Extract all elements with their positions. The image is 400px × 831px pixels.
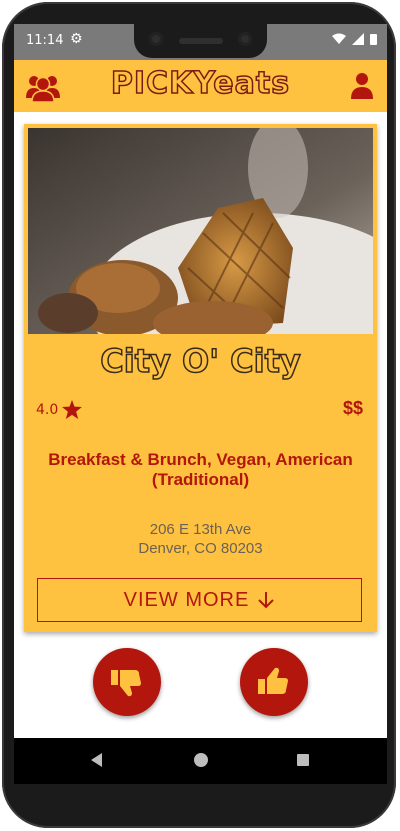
star-icon [62, 400, 83, 419]
wifi-icon [332, 33, 347, 44]
status-bar: 11:14 ⚙ [14, 24, 387, 60]
address-line-1: 206 E 13th Ave [149, 521, 252, 538]
dislike-button[interactable] [93, 648, 161, 716]
camera-notch [134, 24, 267, 58]
screen: 11:14 ⚙ PICKYeats City O' City 4.0 $$ Br… [14, 24, 387, 784]
recents-icon[interactable] [297, 754, 309, 766]
restaurant-categories: Breakfast & Brunch, Vegan, American (Tra… [48, 450, 353, 489]
status-time: 11:14 [26, 33, 64, 48]
app-bar: PICKYeats [14, 60, 387, 112]
app-logo: PICKYeats [110, 65, 291, 102]
like-button[interactable] [240, 648, 308, 716]
thumbs-up-icon [258, 667, 288, 694]
home-icon[interactable] [194, 753, 208, 767]
front-sensor-icon [238, 32, 252, 46]
restaurant-rating: 4.0 [36, 400, 83, 419]
system-nav-bar [14, 738, 387, 784]
user-icon[interactable] [351, 72, 373, 100]
restaurant-name: City O' City [100, 341, 302, 381]
thumbs-down-icon [111, 670, 141, 697]
view-more-label: VIEW MORE [123, 588, 250, 611]
signal-icon [352, 33, 365, 45]
phone-frame: 11:14 ⚙ PICKYeats City O' City 4.0 $$ Br… [2, 2, 396, 828]
back-icon[interactable] [91, 753, 102, 767]
view-more-button[interactable]: VIEW MORE [37, 578, 362, 622]
address-line-2: Denver, CO 80203 [138, 540, 263, 557]
front-camera-icon [149, 32, 163, 46]
arrow-down-icon [258, 592, 275, 609]
status-icons [332, 33, 377, 48]
restaurant-card[interactable]: City O' City 4.0 $$ Breakfast & Brunch, … [24, 124, 377, 632]
battery-icon [370, 34, 377, 45]
earpiece-speaker [179, 38, 223, 44]
price-level: $$ [342, 398, 363, 418]
rating-value: 4.0 [36, 401, 59, 418]
restaurant-photo [28, 128, 373, 334]
settings-gear-icon: ⚙ [70, 31, 83, 47]
restaurant-address: 206 E 13th Ave Denver, CO 80203 [24, 520, 377, 558]
